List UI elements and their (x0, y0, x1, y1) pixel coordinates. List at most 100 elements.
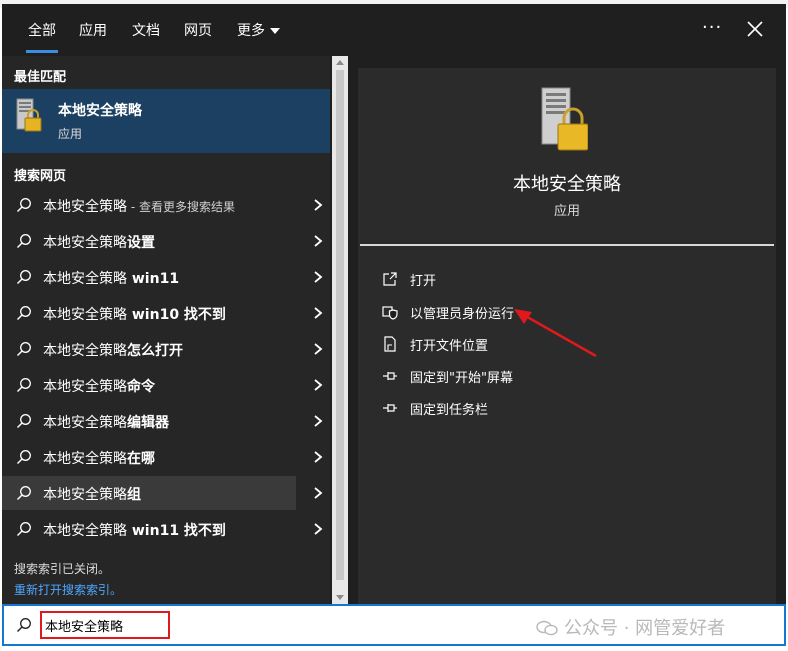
web-result-item[interactable]: 本地安全策略 win11 (2, 260, 330, 294)
web-result-text: 本地安全策略 win11 (43, 268, 179, 288)
close-icon[interactable] (744, 18, 766, 40)
reenable-index-link[interactable]: 重新打开搜索索引。 (14, 581, 122, 598)
detail-panel: 本地安全策略 应用 打开 以管理员身份运行 打开文件位置 固定到"开始"屏幕 固… (358, 68, 776, 604)
more-options-icon[interactable]: ··· (702, 17, 722, 38)
annotation-arrow-icon (514, 309, 597, 358)
tab-more[interactable]: 更多 (237, 20, 280, 40)
web-result-text: 本地安全策略怎么打开 (43, 340, 183, 360)
web-result-query: 本地安全策略 (43, 343, 127, 359)
web-result-query: 本地安全策略 (43, 199, 127, 215)
web-result-text: 本地安全策略命令 (43, 376, 155, 396)
pin-icon (383, 372, 397, 380)
best-match-name: 本地安全策略 (58, 103, 142, 119)
scroll-up-icon[interactable] (336, 60, 344, 65)
web-result-suggestion: 组 (127, 487, 141, 503)
chevron-right-icon[interactable] (313, 343, 323, 355)
web-result-query: 本地安全策略 (43, 235, 127, 251)
tab-documents[interactable]: 文档 (132, 20, 160, 40)
web-result-item[interactable]: 本地安全策略怎么打开 (2, 332, 330, 366)
search-input-highlight (40, 611, 170, 639)
web-result-suggestion: 怎么打开 (127, 343, 183, 359)
web-result-suggestion: win10 找不到 (127, 307, 226, 323)
scroll-down-icon[interactable] (336, 595, 344, 600)
search-icon (17, 342, 31, 356)
web-result-subtext: - 查看更多搜索结果 (127, 200, 235, 214)
web-result-item[interactable]: 本地安全策略设置 (2, 224, 330, 258)
web-result-main[interactable]: 本地安全策略命令 (2, 368, 296, 402)
web-result-text: 本地安全策略设置 (43, 232, 155, 252)
web-result-suggestion: 设置 (127, 235, 155, 251)
chevron-right-icon[interactable] (313, 379, 323, 391)
web-result-suggestion: win11 找不到 (127, 523, 226, 539)
web-result-suggestion: win11 (127, 271, 180, 287)
chevron-down-icon (270, 28, 280, 34)
web-result-main[interactable]: 本地安全策略 win11 (2, 260, 296, 294)
web-result-text: 本地安全策略 - 查看更多搜索结果 (43, 196, 235, 216)
chevron-right-icon[interactable] (313, 415, 323, 427)
web-result-main[interactable]: 本地安全策略 win10 找不到 (2, 296, 296, 330)
search-icon (17, 414, 31, 428)
chevron-right-icon[interactable] (313, 307, 323, 319)
web-result-query: 本地安全策略 (43, 271, 127, 287)
web-result-main[interactable]: 本地安全策略设置 (2, 224, 296, 258)
web-result-main[interactable]: 本地安全策略组 (2, 476, 296, 510)
chevron-right-icon[interactable] (313, 235, 323, 247)
detail-divider (360, 244, 774, 246)
index-status-text: 搜索索引已关闭。 (14, 562, 111, 576)
watermark: 公众号 · 网管爱好者 (536, 614, 725, 640)
best-match-item[interactable]: 本地安全策略 应用 (2, 89, 330, 153)
results-scrollbar[interactable] (332, 56, 348, 604)
web-result-item[interactable]: 本地安全策略 win11 找不到 (2, 512, 330, 546)
search-icon (17, 306, 31, 320)
web-result-item[interactable]: 本地安全策略 win10 找不到 (2, 296, 330, 330)
security-policy-large-icon (541, 87, 588, 151)
admin-shield-icon (382, 306, 398, 320)
web-result-text: 本地安全策略编辑器 (43, 412, 169, 432)
detail-app-name: 本地安全策略 (513, 174, 621, 195)
web-result-item[interactable]: 本地安全策略命令 (2, 368, 330, 402)
web-result-suggestion: 命令 (127, 379, 155, 395)
web-result-main[interactable]: 本地安全策略在哪 (2, 440, 296, 474)
scrollbar-thumb[interactable] (336, 70, 344, 580)
tab-all[interactable]: 全部 (26, 20, 58, 53)
web-result-text: 本地安全策略组 (43, 484, 141, 504)
web-result-suggestion: 在哪 (127, 451, 155, 467)
web-result-text: 本地安全策略 win10 找不到 (43, 304, 226, 324)
web-result-main[interactable]: 本地安全策略 - 查看更多搜索结果 (2, 188, 296, 222)
search-bar: 公众号 · 网管爱好者 (2, 604, 786, 646)
web-result-item[interactable]: 本地安全策略组 (2, 476, 330, 510)
tab-apps[interactable]: 应用 (79, 20, 107, 40)
chevron-right-icon[interactable] (313, 199, 323, 211)
chevron-right-icon[interactable] (313, 271, 323, 283)
web-result-query: 本地安全策略 (43, 523, 127, 539)
tab-web[interactable]: 网页 (184, 20, 212, 40)
security-policy-app-icon (16, 98, 42, 132)
web-result-query: 本地安全策略 (43, 451, 127, 467)
web-result-main[interactable]: 本地安全策略怎么打开 (2, 332, 296, 366)
chevron-right-icon[interactable] (313, 487, 323, 499)
web-result-text: 本地安全策略在哪 (43, 448, 155, 468)
search-icon (17, 234, 31, 248)
web-search-heading: 搜索网页 (14, 169, 67, 184)
web-result-main[interactable]: 本地安全策略编辑器 (2, 404, 296, 438)
web-result-text: 本地安全策略 win11 找不到 (43, 520, 226, 540)
results-list: 最佳匹配 本地安全策略 应用 搜索网页 本地安全策略 - 查看更多搜索结果 本地安… (2, 56, 330, 604)
chevron-right-icon[interactable] (313, 523, 323, 535)
chevron-right-icon[interactable] (313, 451, 323, 463)
start-search-window: 全部 应用 文档 网页 更多 ··· 最佳匹配 本地安全策略 应用 搜索网页 本… (2, 4, 786, 608)
search-icon (17, 450, 31, 464)
wechat-icon (536, 620, 558, 636)
web-result-query: 本地安全策略 (43, 415, 127, 431)
detail-app-type: 应用 (553, 204, 580, 219)
search-input[interactable] (42, 613, 168, 637)
file-location-icon (384, 336, 396, 352)
search-icon (17, 198, 31, 212)
search-icon (17, 270, 31, 284)
web-result-main[interactable]: 本地安全策略 win11 找不到 (2, 512, 296, 546)
open-icon (383, 272, 397, 286)
filter-tab-bar: 全部 应用 文档 网页 更多 ··· (2, 4, 786, 54)
web-result-item[interactable]: 本地安全策略 - 查看更多搜索结果 (2, 188, 330, 222)
web-result-item[interactable]: 本地安全策略编辑器 (2, 404, 330, 438)
web-result-query: 本地安全策略 (43, 307, 127, 323)
web-result-item[interactable]: 本地安全策略在哪 (2, 440, 330, 474)
